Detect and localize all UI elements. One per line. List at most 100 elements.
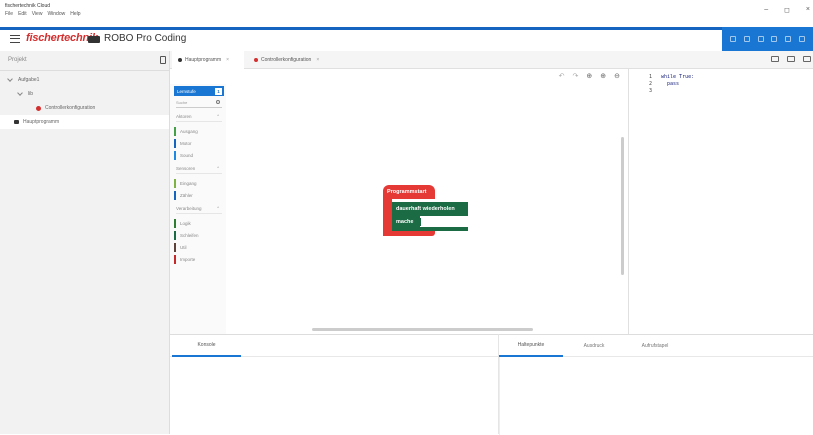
maximize-button[interactable]: ◻ <box>784 6 790 14</box>
code-text: pass <box>661 81 680 87</box>
toolbox-item-util[interactable]: Util <box>174 242 220 252</box>
category-color-bar <box>174 254 176 264</box>
minimize-button[interactable]: – <box>764 6 768 14</box>
category-verarbeitung[interactable]: Verarbeitung ⌃ <box>176 204 222 214</box>
vertical-scrollbar[interactable] <box>621 137 624 275</box>
tab-konsole[interactable]: Konsole <box>172 335 241 357</box>
category-color-bar <box>174 138 176 148</box>
tab-controllerkonfiguration[interactable]: Controllerkonfiguration × <box>248 51 348 69</box>
editor-tabs: Hauptprogramm × Controllerkonfiguration … <box>170 51 813 69</box>
horizontal-scrollbar[interactable] <box>312 328 533 331</box>
sidebar-layout-icon[interactable] <box>771 56 779 62</box>
menu-view[interactable]: View <box>32 11 43 17</box>
category-label: Verarbeitung <box>176 206 202 211</box>
tab-haltepunkte[interactable]: Haltepunkte <box>499 335 563 357</box>
toolbox-item-label: Ausgang <box>180 128 198 134</box>
tab-aufrufstapel[interactable]: Aufrufstapel <box>625 335 685 357</box>
center-icon[interactable]: ⊕ <box>586 72 592 80</box>
category-color-bar <box>174 178 176 188</box>
toolbox-item-label: Logik <box>180 220 191 226</box>
tab-hauptprogramm[interactable]: Hauptprogramm × <box>172 51 244 69</box>
toolbox-item-sound[interactable]: Sound <box>174 150 220 160</box>
close-button[interactable]: × <box>806 6 810 14</box>
tab-ausdruck[interactable]: Ausdruck <box>563 335 625 357</box>
close-tab-icon[interactable]: × <box>226 57 229 63</box>
block-workspace[interactable]: ↶ ↷ ⊕ ⊕ ⊖ Programmstart dauerhaft wieder… <box>226 69 628 334</box>
window-title: fischertechnik Cloud <box>5 3 51 9</box>
tree-item-hauptprogramm[interactable]: Hauptprogramm <box>0 115 169 129</box>
tree-item-aufgabe1[interactable]: Aufgabe1 <box>0 73 169 87</box>
tree-item-label: Controllerkonfiguration <box>45 105 96 111</box>
stop-icon[interactable] <box>743 36 750 42</box>
search-icon <box>216 100 220 104</box>
project-header: Projekt <box>0 51 169 71</box>
console-panel: Konsole <box>170 334 499 434</box>
block-label: Programmstart <box>387 189 427 195</box>
category-label: Aktoren <box>176 114 192 119</box>
toolbox-item-importe[interactable]: Importe <box>174 254 220 264</box>
code-line: 3 <box>649 88 661 94</box>
code-preview-panel: 1 while True: 2 pass 3 <box>628 69 813 334</box>
toolbox-item-zaehler[interactable]: Zähler <box>174 190 220 200</box>
category-color-bar <box>174 150 176 160</box>
category-sensoren[interactable]: Sensoren ⌃ <box>176 164 222 174</box>
block-statement-slot[interactable] <box>420 218 468 226</box>
category-color-bar <box>174 126 176 136</box>
block-toolbox: Lernstufe 1 Suche Aktoren ⌃ Ausgang Motor… <box>170 84 226 334</box>
toolbox-item-label: Importe <box>180 256 196 262</box>
chevron-down-icon[interactable] <box>17 90 23 96</box>
category-color-bar <box>174 242 176 252</box>
debug-icon[interactable] <box>757 36 764 42</box>
block-label: mache <box>396 219 414 225</box>
toolbox-item-logik[interactable]: Logik <box>174 218 220 228</box>
category-label: Sensoren <box>176 166 196 171</box>
bottom-panel-layout-icon[interactable] <box>787 56 795 62</box>
category-color-bar <box>174 230 176 240</box>
redo-icon[interactable]: ↷ <box>573 72 579 80</box>
chevron-down-icon[interactable] <box>7 76 13 82</box>
code-panel-layout-icon[interactable] <box>803 56 811 62</box>
line-number: 2 <box>649 81 653 87</box>
workspace-toolbar: ↶ ↷ ⊕ ⊕ ⊖ <box>559 72 620 80</box>
chevron-up-icon: ⌃ <box>216 165 220 171</box>
menu-help[interactable]: Help <box>70 11 80 17</box>
close-tab-icon[interactable]: × <box>316 57 319 63</box>
zoom-in-icon[interactable]: ⊕ <box>600 72 606 80</box>
tree-item-label: Aufgabe1 <box>18 77 40 83</box>
toolbox-item-schleifen[interactable]: Schleifen <box>174 230 220 240</box>
layout-toggles <box>771 56 811 62</box>
toolbox-item-label: Motor <box>180 140 192 146</box>
app-header: fischertechnik ROBO Pro Coding <box>0 27 813 51</box>
toolbox-item-motor[interactable]: Motor <box>174 138 220 148</box>
block-programmstart[interactable]: Programmstart <box>383 185 435 199</box>
menu-window[interactable]: Window <box>47 11 65 17</box>
new-file-icon[interactable] <box>160 56 166 64</box>
tree-item-lib[interactable]: lib <box>0 87 169 101</box>
level-label: Lernstufe <box>177 88 196 94</box>
level-value: 1 <box>215 87 222 95</box>
chevron-up-icon: ⌃ <box>216 205 220 211</box>
zoom-out-icon[interactable]: ⊖ <box>614 72 620 80</box>
line-number: 3 <box>649 88 653 94</box>
category-aktoren[interactable]: Aktoren ⌃ <box>176 112 222 122</box>
connect-icon[interactable] <box>771 36 778 42</box>
toolbox-item-ausgang[interactable]: Ausgang <box>174 126 220 136</box>
toolbox-search[interactable]: Suche <box>176 100 222 108</box>
download-icon[interactable] <box>785 36 792 42</box>
hamburger-menu-icon[interactable] <box>10 35 20 43</box>
code-line: 1 while True: <box>649 74 694 80</box>
tree-item-controllerkonfiguration[interactable]: Controllerkonfiguration <box>0 101 169 115</box>
project-panel: Projekt Aufgabe1 lib Controllerkonfigura… <box>0 51 170 434</box>
toolbox-item-eingang[interactable]: Eingang <box>174 178 220 188</box>
tree-item-label: lib <box>28 91 34 97</box>
block-loop-foot <box>392 227 468 231</box>
chevron-up-icon: ⌃ <box>216 113 220 119</box>
level-selector[interactable]: Lernstufe 1 <box>174 86 224 96</box>
menu-edit[interactable]: Edit <box>18 11 27 17</box>
undo-icon[interactable]: ↶ <box>559 72 565 80</box>
settings-icon[interactable] <box>799 36 806 42</box>
play-icon[interactable] <box>729 36 736 42</box>
header-toolbar <box>722 27 813 51</box>
block-dauerhaft-wiederholen[interactable]: dauerhaft wiederholen <box>392 202 468 216</box>
menu-file[interactable]: File <box>5 11 13 17</box>
